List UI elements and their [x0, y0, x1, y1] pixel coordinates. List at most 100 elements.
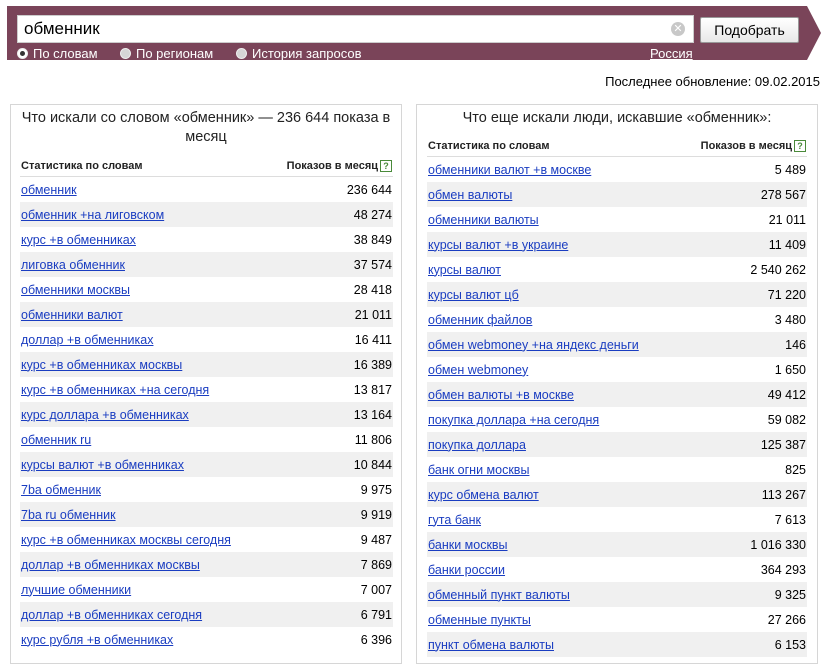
phrase-link[interactable]: покупка доллара +на сегодня — [428, 413, 599, 427]
shows-count: 825 — [785, 462, 806, 477]
phrase-link[interactable]: обмен валюты — [428, 188, 512, 202]
shows-count: 71 220 — [767, 287, 806, 302]
shows-count: 1 650 — [774, 362, 806, 377]
table-header: Статистика по словам Показов в месяц? — [427, 136, 807, 157]
shows-count: 13 817 — [353, 382, 392, 397]
submit-button[interactable]: Подобрать — [700, 17, 799, 43]
table-row: обменные пункты 27 266 — [427, 607, 807, 632]
phrase-link[interactable]: курс +в обменниках — [21, 233, 136, 247]
phrase-link[interactable]: банки россии — [428, 563, 505, 577]
phrase-link[interactable]: обменник — [21, 183, 77, 197]
shows-count: 1 016 330 — [750, 537, 806, 552]
phrase-link[interactable]: банк огни москвы — [428, 463, 529, 477]
phrase-link[interactable]: лиговка обменник — [21, 258, 125, 272]
table-row: покупка доллара +на сегодня 59 082 — [427, 407, 807, 432]
shows-count: 6 396 — [360, 632, 392, 647]
phrase-link[interactable]: курсы валют +в украине — [428, 238, 568, 252]
phrase-link[interactable]: 7ba ru обменник — [21, 508, 116, 522]
phrase-link[interactable]: обмен webmoney — [428, 363, 528, 377]
phrase-link[interactable]: обменники москвы — [21, 283, 130, 297]
search-input[interactable] — [17, 15, 694, 43]
table-row: курс доллара +в обменниках 13 164 — [20, 402, 393, 427]
phrase-link[interactable]: курс доллара +в обменниках — [21, 408, 189, 422]
shows-count: 9 487 — [360, 532, 392, 547]
help-icon[interactable]: ? — [794, 140, 806, 152]
radio-icon-checked[interactable] — [17, 48, 28, 59]
phrase-link[interactable]: обмен webmoney +на яндекс деньги — [428, 338, 639, 352]
phrase-link[interactable]: обменные пункты — [428, 613, 531, 627]
phrase-link[interactable]: обменник файлов — [428, 313, 532, 327]
radio-icon[interactable] — [236, 48, 247, 59]
table-row: банки россии 364 293 — [427, 557, 807, 582]
shows-count: 3 480 — [774, 312, 806, 327]
table-row: доллар +в обменниках москвы 7 869 — [20, 552, 393, 577]
phrase-link[interactable]: доллар +в обменниках — [21, 333, 153, 347]
col-shows: Показов в месяц? — [287, 160, 392, 172]
phrase-link[interactable]: обменники валют — [21, 308, 123, 322]
shows-count: 5 489 — [774, 162, 806, 177]
phrase-link[interactable]: пункт обмена валюты — [428, 638, 554, 652]
table-row: обменник +на лиговском 48 274 — [20, 202, 393, 227]
radio-icon[interactable] — [120, 48, 131, 59]
phrase-link[interactable]: обменный пункт валюты — [428, 588, 570, 602]
shows-count: 37 574 — [353, 257, 392, 272]
table-row: курс +в обменниках +на сегодня 13 817 — [20, 377, 393, 402]
phrase-link[interactable]: курс +в обменниках москвы сегодня — [21, 533, 231, 547]
region-link[interactable]: Россия — [650, 46, 693, 61]
table-row: лиговка обменник 37 574 — [20, 252, 393, 277]
table-row: курсы валют цб 71 220 — [427, 282, 807, 307]
table-row: курсы валют 2 540 262 — [427, 257, 807, 282]
phrase-link[interactable]: курсы валют цб — [428, 288, 519, 302]
phrase-link[interactable]: банки москвы — [428, 538, 508, 552]
shows-count: 7 007 — [360, 582, 392, 597]
shows-count: 278 567 — [760, 187, 806, 202]
table-row: обмен webmoney +на яндекс деньги 146 — [427, 332, 807, 357]
phrase-link[interactable]: 7ba обменник — [21, 483, 101, 497]
shows-count: 49 412 — [767, 387, 806, 402]
table-row: лучшие обменники 7 007 — [20, 577, 393, 602]
phrase-link[interactable]: обменники валюты — [428, 213, 539, 227]
mode-by-regions[interactable]: По регионам — [120, 46, 213, 61]
shows-count: 28 418 — [353, 282, 392, 297]
table-row: обменный пункт валюты 9 325 — [427, 582, 807, 607]
phrase-link[interactable]: курс +в обменниках москвы — [21, 358, 182, 372]
clear-icon[interactable]: ✕ — [671, 22, 685, 36]
col-words: Статистика по словам — [428, 140, 550, 152]
table-row: курсы валют +в украине 11 409 — [427, 232, 807, 257]
table-header: Статистика по словам Показов в месяц? — [20, 156, 393, 177]
phrase-link[interactable]: обменники валют +в москве — [428, 163, 591, 177]
phrase-link[interactable]: обмен валюты +в москве — [428, 388, 574, 402]
phrase-link[interactable]: доллар +в обменниках москвы — [21, 558, 200, 572]
phrase-link[interactable]: курс обмена валют — [428, 488, 539, 502]
mode-by-words[interactable]: По словам — [17, 46, 98, 61]
shows-count: 38 849 — [353, 232, 392, 247]
table-rows: обменник 236 644 обменник +на лиговском 48 … — [20, 177, 393, 652]
phrase-link[interactable]: обменник +на лиговском — [21, 208, 164, 222]
phrase-link[interactable]: лучшие обменники — [21, 583, 131, 597]
phrase-link[interactable]: покупка доллара — [428, 438, 526, 452]
left-panel: Что искали со словом «обменник» — 236 64… — [10, 104, 402, 664]
shows-count: 125 387 — [760, 437, 806, 452]
mode-history[interactable]: История запросов — [236, 46, 362, 61]
search-bar-arrow — [807, 6, 821, 60]
phrase-link[interactable]: курсы валют +в обменниках — [21, 458, 184, 472]
shows-count: 16 411 — [354, 332, 392, 347]
phrase-link[interactable]: гута банк — [428, 513, 481, 527]
right-panel: Что еще искали люди, искавшие «обменник»… — [416, 104, 818, 664]
table-row: обменники валют +в москве 5 489 — [427, 157, 807, 182]
table-row: 7ba обменник 9 975 — [20, 477, 393, 502]
shows-count: 27 266 — [767, 612, 806, 627]
phrase-link[interactable]: курс +в обменниках +на сегодня — [21, 383, 209, 397]
phrase-link[interactable]: курс рубля +в обменниках — [21, 633, 173, 647]
shows-count: 9 919 — [360, 507, 392, 522]
shows-count: 16 389 — [353, 357, 392, 372]
right-panel-title: Что еще искали люди, искавшие «обменник»… — [462, 110, 772, 126]
left-table: Статистика по словам Показов в месяц? об… — [20, 156, 393, 652]
help-icon[interactable]: ? — [380, 160, 392, 172]
phrase-link[interactable]: курсы валют — [428, 263, 501, 277]
col-shows: Показов в месяц? — [701, 140, 806, 152]
phrase-link[interactable]: доллар +в обменниках сегодня — [21, 608, 202, 622]
table-row: обменник 236 644 — [20, 177, 393, 202]
phrase-link[interactable]: обменник ru — [21, 433, 91, 447]
shows-count: 11 409 — [768, 237, 806, 252]
